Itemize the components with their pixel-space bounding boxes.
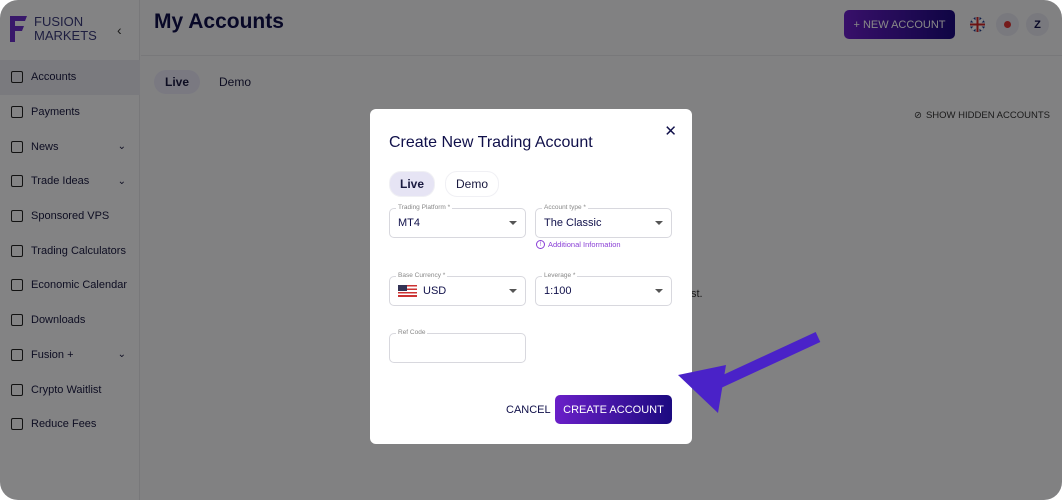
annotation-arrow-icon [678,332,821,413]
base-currency-select[interactable]: Base Currency * USD [389,272,526,306]
additional-information-link[interactable]: ! Additional Information [536,240,621,249]
app: FUSION MARKETS ‹ Accounts Payments News ⌄ Tra… [0,0,1062,500]
info-label: Additional Information [548,240,621,249]
field-label: Trading Platform * [396,204,453,211]
modal-tab-live[interactable]: Live [389,171,436,197]
field-label: Account type * [542,204,588,211]
field-label: Ref Code [396,329,428,336]
chevron-down-icon [655,289,663,293]
create-account-modal: Create New Trading Account ✕ Live Demo T… [370,109,692,444]
chevron-down-icon [509,221,517,225]
field-value: 1:100 [544,285,572,297]
info-icon: ! [536,240,545,249]
field-value: MT4 [398,217,420,229]
create-account-button[interactable]: CREATE ACCOUNT [555,395,672,424]
ref-code-input[interactable]: Ref Code [389,329,526,363]
close-icon[interactable]: ✕ [664,122,677,140]
chevron-down-icon [655,221,663,225]
modal-title: Create New Trading Account [389,134,593,151]
modal-tab-demo[interactable]: Demo [445,171,500,197]
field-value: USD [423,285,447,297]
account-type-select[interactable]: Account type * The Classic [535,204,672,238]
field-label: Base Currency * [396,272,448,279]
chevron-down-icon [509,289,517,293]
cancel-button[interactable]: CANCEL [506,404,551,416]
us-flag-icon [398,285,417,297]
field-value: The Classic [544,217,602,229]
leverage-select[interactable]: Leverage * 1:100 [535,272,672,306]
trading-platform-select[interactable]: Trading Platform * MT4 [389,204,526,238]
field-label: Leverage * [542,272,578,279]
